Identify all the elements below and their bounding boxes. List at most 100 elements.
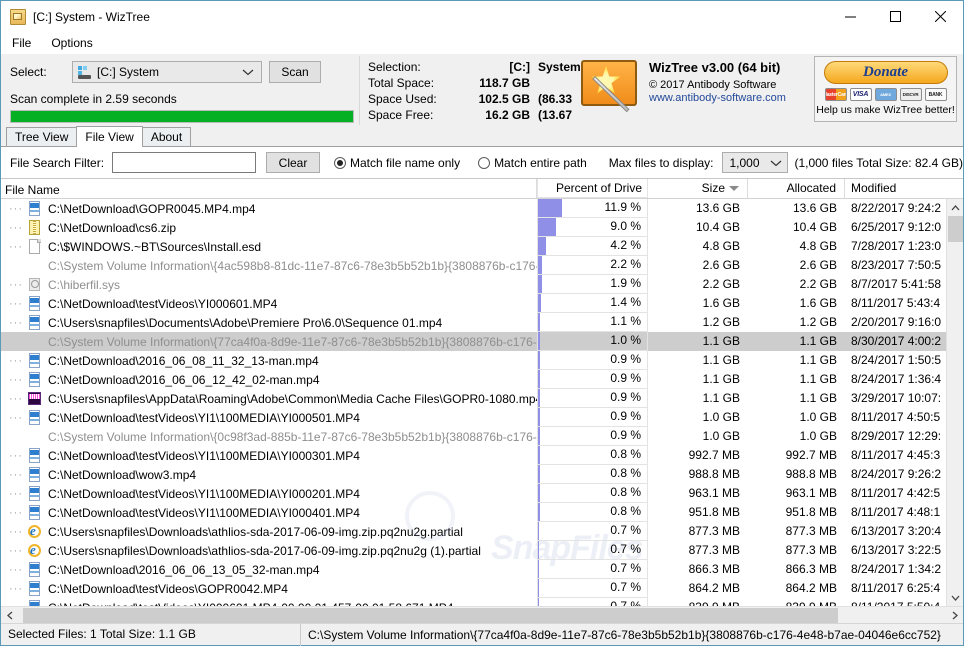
- cell-file-name: ···C:\$WINDOWS.~BT\Sources\Install.esd: [1, 237, 537, 256]
- table-row[interactable]: ···C:\NetDownload\2016_06_06_13_05_32-ma…: [1, 560, 963, 579]
- cell-percent-of-drive: 9.0 %: [537, 218, 648, 237]
- cell-file-name: ···C:\NetDownload\2016_06_08_11_32_13-ma…: [1, 351, 537, 370]
- maximize-button[interactable]: [873, 1, 918, 32]
- horizontal-scrollbar[interactable]: [1, 606, 963, 623]
- table-row[interactable]: ···C:\NetDownload\testVideos\YI1\100MEDI…: [1, 446, 963, 465]
- cell-percent-of-drive: 0.9 %: [537, 370, 648, 389]
- percent-text: 1.0 %: [610, 332, 641, 349]
- tab-file-view[interactable]: File View: [76, 126, 142, 147]
- horizontal-scrollbar-track[interactable]: [18, 607, 946, 624]
- cell-size: 992.7 MB: [648, 446, 748, 465]
- table-row[interactable]: ···C:\NetDownload\2016_06_06_12_42_02-ma…: [1, 370, 963, 389]
- table-row[interactable]: ···C:\Users\snapfiles\Documents\Adobe\Pr…: [1, 313, 963, 332]
- stat-row-selection: Selection: [C:] System: [368, 59, 615, 75]
- scroll-right-button[interactable]: [946, 607, 963, 624]
- vertical-scrollbar-thumb[interactable]: [948, 216, 963, 242]
- bank-icon: BANK: [925, 88, 947, 101]
- column-header-allocated[interactable]: Allocated: [748, 179, 845, 198]
- table-row[interactable]: ···C:\hiberfil.sys1.9 %2.2 GB2.2 GB8/7/2…: [1, 275, 963, 294]
- column-header-file-name[interactable]: File Name: [1, 179, 537, 198]
- app-version-title: WizTree v3.00 (64 bit): [649, 60, 786, 75]
- cell-file-name: ···eC:\Users\snapfiles\Downloads\athlios…: [1, 541, 537, 560]
- drive-select-combo[interactable]: [C:] System: [72, 61, 262, 83]
- tab-tree-view[interactable]: Tree View: [6, 127, 77, 146]
- cell-modified: 8/11/2017 6:25:4: [845, 579, 950, 598]
- percent-text: 1.4 %: [610, 294, 641, 311]
- horizontal-scrollbar-thumb[interactable]: [23, 608, 838, 623]
- table-row[interactable]: ···C:\NetDownload\GOPR0045.MP4.mp411.9 %…: [1, 199, 963, 218]
- table-row[interactable]: ···C:\NetDownload\wow3.mp40.8 %988.8 MB9…: [1, 465, 963, 484]
- file-search-filter-input[interactable]: [112, 152, 256, 173]
- column-header-modified[interactable]: Modified: [845, 179, 950, 198]
- vertical-scrollbar[interactable]: [946, 199, 963, 606]
- percent-bar: [538, 446, 540, 464]
- minimize-button[interactable]: [828, 1, 873, 32]
- chevron-down-icon: [242, 65, 254, 79]
- stat-extra: (86.33: [538, 92, 572, 106]
- cell-modified: 8/24/2017 1:50:5: [845, 351, 950, 370]
- cell-size: 988.8 MB: [648, 465, 748, 484]
- percent-bar: [538, 218, 556, 236]
- cell-modified: 3/29/2017 10:07:: [845, 389, 950, 408]
- table-row[interactable]: ···C:\NetDownload\testVideos\YI000601.MP…: [1, 294, 963, 313]
- table-row[interactable]: ···C:\NetDownload\testVideos\YI1\100MEDI…: [1, 484, 963, 503]
- website-link[interactable]: www.antibody-software.com: [649, 92, 786, 104]
- table-row[interactable]: ···C:\NetDownload\testVideos\YI1\100MEDI…: [1, 408, 963, 427]
- cell-size: 839.9 MB: [648, 598, 748, 606]
- tree-indent: ···: [5, 200, 27, 218]
- file-path-text: C:\NetDownload\testVideos\YI1\100MEDIA\Y…: [48, 409, 360, 427]
- table-body[interactable]: SnapFiles ···C:\NetDownload\GOPR0045.MP4…: [1, 199, 963, 606]
- cell-percent-of-drive: 0.7 %: [537, 522, 648, 541]
- table-row[interactable]: ···C:\NetDownload\testVideos\YI000601.MP…: [1, 598, 963, 606]
- cell-file-name: ···C:\NetDownload\testVideos\YI1\100MEDI…: [1, 484, 537, 503]
- tab-about[interactable]: About: [142, 127, 191, 146]
- donate-button[interactable]: Donate: [824, 61, 948, 84]
- table-row[interactable]: C:\System Volume Information\{0c98f3ad-8…: [1, 427, 963, 446]
- max-files-combo[interactable]: 1,000: [722, 152, 788, 173]
- branding-pane: WizTree v3.00 (64 bit) © 2017 Antibody S…: [579, 56, 957, 126]
- blank-file-icon: [27, 239, 43, 255]
- tree-indent: ···: [5, 219, 27, 237]
- column-header-size[interactable]: Size: [648, 179, 748, 198]
- table-row[interactable]: ···C:\NetDownload\cs6.zip9.0 %10.4 GB10.…: [1, 218, 963, 237]
- clear-filter-button[interactable]: Clear: [266, 152, 320, 173]
- menu-item-file[interactable]: File: [10, 34, 39, 52]
- cell-size: 866.3 MB: [648, 560, 748, 579]
- table-row[interactable]: ···C:\$WINDOWS.~BT\Sources\Install.esd4.…: [1, 237, 963, 256]
- close-button[interactable]: [918, 1, 963, 32]
- stats-pane: Selection: [C:] System Total Space: 118.…: [360, 54, 615, 127]
- table-row[interactable]: ···C:\NetDownload\testVideos\YI1\100MEDI…: [1, 503, 963, 522]
- tree-indent: ···: [5, 390, 27, 408]
- cell-modified: 8/30/2017 4:00:2: [845, 332, 950, 351]
- scroll-down-button[interactable]: [947, 589, 963, 606]
- select-label: Select:: [10, 65, 72, 79]
- table-row[interactable]: C:\System Volume Information\{4ac598b8-8…: [1, 256, 963, 275]
- chevron-down-icon: [770, 156, 782, 170]
- percent-text: 9.0 %: [610, 218, 641, 235]
- table-row[interactable]: ···C:\NetDownload\2016_06_08_11_32_13-ma…: [1, 351, 963, 370]
- cell-allocated: 951.8 MB: [748, 503, 845, 522]
- drive-select-value: [C:] System: [97, 65, 159, 79]
- scan-button[interactable]: Scan: [269, 61, 321, 83]
- radio-match-file-name-only[interactable]: Match file name only: [334, 156, 460, 170]
- percent-text: 2.2 %: [610, 256, 641, 273]
- radio-label: Match file name only: [350, 156, 460, 170]
- status-bar: Selected Files: 1 Total Size: 1.1 GB C:\…: [1, 623, 963, 645]
- scroll-left-button[interactable]: [1, 607, 18, 624]
- cell-percent-of-drive: 1.1 %: [537, 313, 648, 332]
- cell-allocated: 1.1 GB: [748, 332, 845, 351]
- table-row[interactable]: ···eC:\Users\snapfiles\Downloads\athlios…: [1, 541, 963, 560]
- table-row[interactable]: ···C:\Users\snapfiles\AppData\Roaming\Ad…: [1, 389, 963, 408]
- scroll-up-button[interactable]: [947, 199, 963, 216]
- table-row[interactable]: ···C:\NetDownload\testVideos\GOPR0042.MP…: [1, 579, 963, 598]
- tree-indent: ···: [5, 485, 27, 503]
- percent-bar: [538, 275, 542, 293]
- cell-allocated: 13.6 GB: [748, 199, 845, 218]
- menu-item-options[interactable]: Options: [49, 34, 100, 52]
- cell-percent-of-drive: 1.0 %: [537, 332, 648, 351]
- table-row[interactable]: C:\System Volume Information\{77ca4f0a-8…: [1, 332, 963, 351]
- column-header-percent-of-drive[interactable]: Percent of Drive: [537, 179, 648, 198]
- radio-match-entire-path[interactable]: Match entire path: [478, 156, 587, 170]
- table-row[interactable]: ···eC:\Users\snapfiles\Downloads\athlios…: [1, 522, 963, 541]
- cell-modified: 8/7/2017 5:41:58: [845, 275, 950, 294]
